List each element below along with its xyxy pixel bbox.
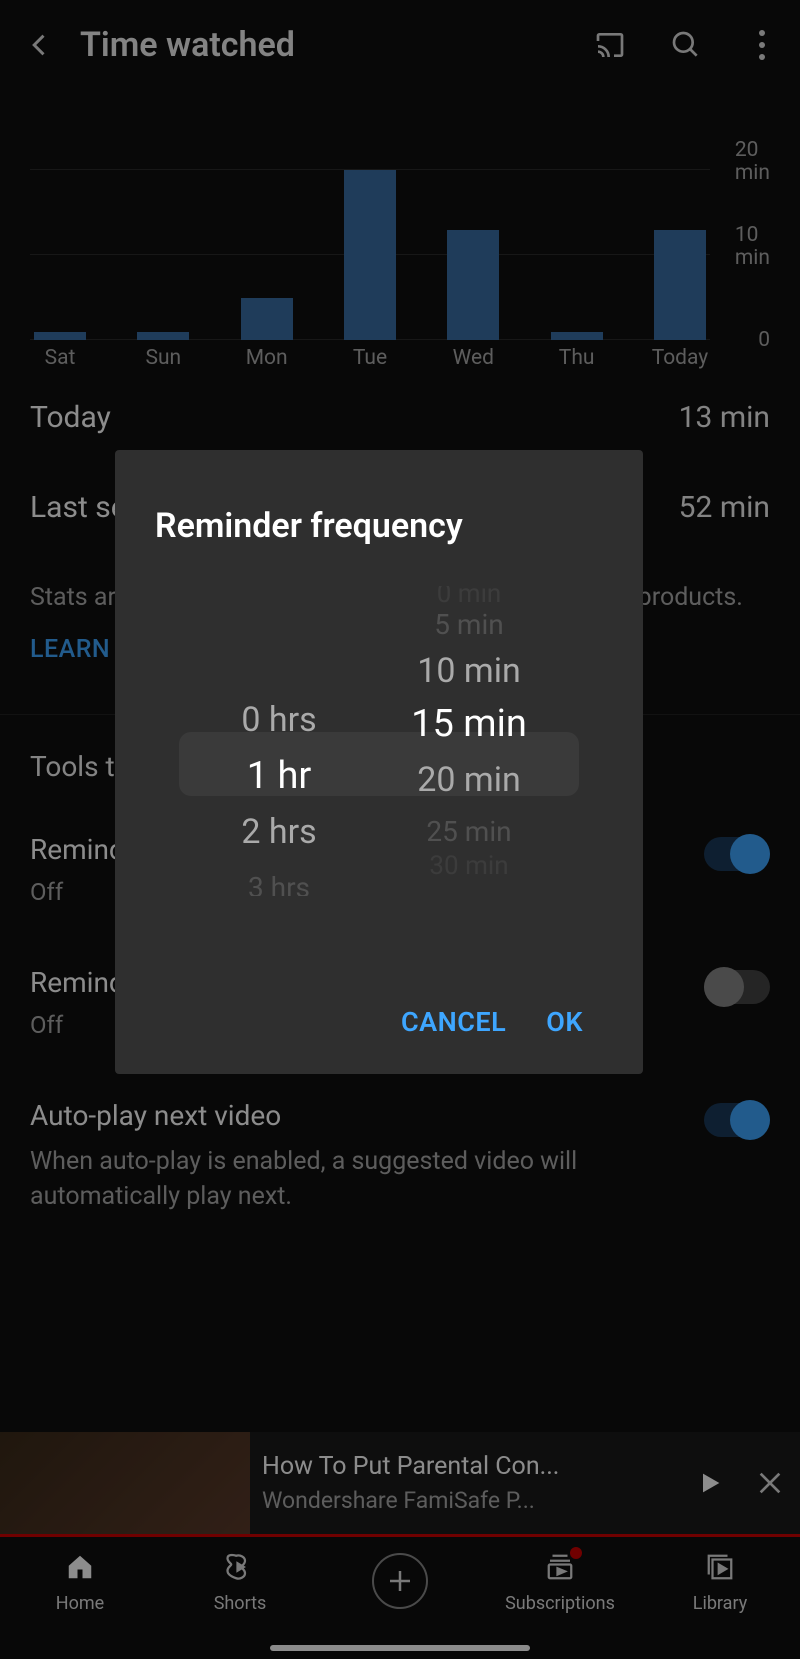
time-pickers: 0 hrs 1 hr 2 hrs 3 hrs 4 hrs 0 min 5 min… <box>115 586 643 1006</box>
cancel-button[interactable]: CANCEL <box>401 1006 506 1038</box>
minutes-picker[interactable]: 0 min 5 min 10 min 15 min 20 min 25 min … <box>369 586 569 896</box>
reminder-frequency-dialog: Reminder frequency 0 hrs 1 hr 2 hrs 3 hr… <box>115 450 643 1074</box>
hours-picker[interactable]: 0 hrs 1 hr 2 hrs 3 hrs 4 hrs <box>189 586 369 896</box>
dialog-actions: CANCEL OK <box>115 1006 643 1074</box>
dialog-title: Reminder frequency <box>115 486 643 586</box>
ok-button[interactable]: OK <box>546 1006 583 1038</box>
